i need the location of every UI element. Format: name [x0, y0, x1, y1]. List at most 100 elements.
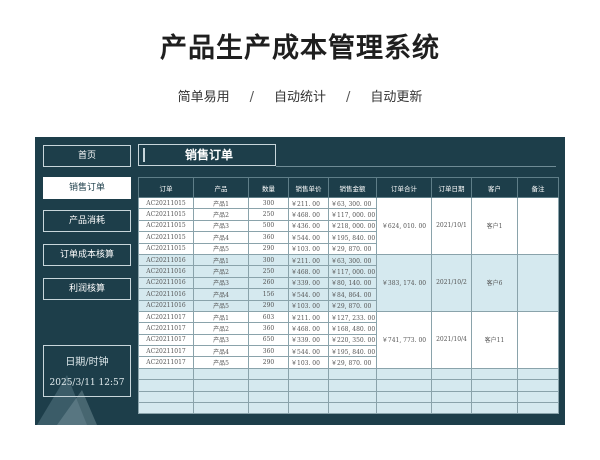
table-cell[interactable]: 250	[248, 208, 289, 221]
table-cell[interactable]: ￥29, 870. 00	[328, 356, 377, 369]
table-cell[interactable]	[248, 402, 289, 415]
table-cell[interactable]: 156	[248, 288, 289, 301]
table-cell[interactable]: ￥211. 00	[288, 253, 329, 267]
table-cell[interactable]	[431, 390, 472, 404]
column-header[interactable]: 销售金额	[328, 177, 377, 198]
table-cell[interactable]: AC20211015	[138, 208, 194, 221]
order-date-cell[interactable]: 2021/10/4	[431, 310, 472, 369]
table-cell[interactable]: ￥544. 00	[288, 288, 329, 301]
table-cell[interactable]: ￥103. 00	[288, 356, 329, 369]
column-header[interactable]: 数量	[248, 177, 289, 198]
table-cell[interactable]: ￥103. 00	[288, 299, 329, 312]
table-cell[interactable]	[193, 367, 249, 381]
table-cell[interactable]	[517, 402, 559, 415]
table-cell[interactable]: 500	[248, 219, 289, 233]
table-cell[interactable]	[193, 390, 249, 404]
empty-table-row[interactable]	[138, 367, 559, 381]
column-header[interactable]: 订单	[138, 177, 194, 198]
table-cell[interactable]: AC20211016	[138, 253, 194, 267]
order-total-cell[interactable]: ￥624, 010. 00	[376, 197, 432, 255]
table-cell[interactable]	[517, 367, 559, 381]
remark-cell[interactable]	[517, 197, 559, 255]
table-cell[interactable]	[248, 390, 289, 404]
table-cell[interactable]	[471, 379, 518, 392]
table-cell[interactable]: ￥218, 000. 00	[328, 219, 377, 233]
table-cell[interactable]: 290	[248, 242, 289, 255]
table-cell[interactable]	[288, 390, 329, 404]
table-cell[interactable]: ￥127, 233. 00	[328, 310, 377, 324]
table-cell[interactable]: ￥468. 00	[288, 265, 329, 278]
table-cell[interactable]	[376, 390, 432, 404]
empty-table-row[interactable]	[138, 402, 559, 415]
table-cell[interactable]: AC20211015	[138, 231, 194, 244]
table-cell[interactable]: ￥29, 870. 00	[328, 299, 377, 312]
order-total-cell[interactable]: ￥383, 174. 00	[376, 253, 432, 312]
order-customer-cell[interactable]: 客户11	[471, 310, 518, 369]
table-cell[interactable]: 650	[248, 333, 289, 347]
table-cell[interactable]	[471, 402, 518, 415]
table-cell[interactable]: 产品2	[193, 208, 249, 221]
table-cell[interactable]	[138, 367, 194, 381]
table-cell[interactable]: ￥117, 000. 00	[328, 265, 377, 278]
table-cell[interactable]: 产品1	[193, 196, 249, 210]
table-cell[interactable]: 300	[248, 253, 289, 267]
table-cell[interactable]	[328, 367, 377, 381]
table-cell[interactable]: ￥544. 00	[288, 231, 329, 244]
empty-table-row[interactable]	[138, 379, 559, 392]
table-cell[interactable]	[138, 379, 194, 392]
table-cell[interactable]	[431, 402, 472, 415]
table-cell[interactable]: 产品1	[193, 310, 249, 324]
table-cell[interactable]: ￥544. 00	[288, 345, 329, 358]
table-cell[interactable]	[328, 379, 377, 392]
table-cell[interactable]: 产品2	[193, 265, 249, 278]
table-cell[interactable]: ￥211. 00	[288, 196, 329, 210]
table-cell[interactable]	[193, 402, 249, 415]
table-cell[interactable]	[328, 402, 377, 415]
table-cell[interactable]	[138, 402, 194, 415]
remark-cell[interactable]	[517, 253, 559, 312]
table-cell[interactable]: 产品2	[193, 322, 249, 335]
order-date-cell[interactable]: 2021/10/2	[431, 253, 472, 312]
table-cell[interactable]: AC20211015	[138, 219, 194, 233]
table-cell[interactable]: ￥80, 140. 00	[328, 276, 377, 290]
table-cell[interactable]: ￥29, 870. 00	[328, 242, 377, 255]
table-cell[interactable]: AC20211016	[138, 265, 194, 278]
table-cell[interactable]: AC20211017	[138, 322, 194, 335]
table-cell[interactable]: 产品5	[193, 356, 249, 369]
table-cell[interactable]	[248, 379, 289, 392]
table-cell[interactable]: ￥168, 480. 00	[328, 322, 377, 335]
table-cell[interactable]	[138, 390, 194, 404]
table-cell[interactable]: ￥220, 350. 00	[328, 333, 377, 347]
table-cell[interactable]	[288, 367, 329, 381]
column-header[interactable]: 订单合计	[376, 177, 432, 198]
table-cell[interactable]: 603	[248, 310, 289, 324]
table-cell[interactable]: ￥436. 00	[288, 219, 329, 233]
nav-order-cost-button[interactable]: 订单成本核算	[43, 244, 131, 266]
table-cell[interactable]: AC20211015	[138, 242, 194, 255]
table-cell[interactable]: 300	[248, 196, 289, 210]
table-cell[interactable]	[376, 379, 432, 392]
order-customer-cell[interactable]: 客户1	[471, 197, 518, 255]
table-cell[interactable]	[193, 379, 249, 392]
table-cell[interactable]: ￥468. 00	[288, 208, 329, 221]
table-cell[interactable]: AC20211016	[138, 288, 194, 301]
table-cell[interactable]: AC20211017	[138, 333, 194, 347]
table-cell[interactable]: ￥339. 00	[288, 276, 329, 290]
table-cell[interactable]: AC20211017	[138, 310, 194, 324]
table-cell[interactable]	[431, 367, 472, 381]
nav-product-consumption-button[interactable]: 产品消耗	[43, 210, 131, 232]
nav-sales-orders-button[interactable]: 销售订单	[43, 177, 131, 199]
table-cell[interactable]	[376, 367, 432, 381]
column-header[interactable]: 订单日期	[431, 177, 472, 198]
table-cell[interactable]: AC20211016	[138, 276, 194, 290]
table-cell[interactable]	[376, 402, 432, 415]
table-cell[interactable]: ￥63, 300. 00	[328, 253, 377, 267]
table-cell[interactable]: 250	[248, 265, 289, 278]
table-cell[interactable]	[328, 390, 377, 404]
table-cell[interactable]: ￥339. 00	[288, 333, 329, 347]
table-cell[interactable]: 产品5	[193, 299, 249, 312]
table-cell[interactable]: ￥117, 000. 00	[328, 208, 377, 221]
remark-cell[interactable]	[517, 310, 559, 369]
empty-table-row[interactable]	[138, 390, 559, 404]
column-header[interactable]: 客户	[471, 177, 518, 198]
